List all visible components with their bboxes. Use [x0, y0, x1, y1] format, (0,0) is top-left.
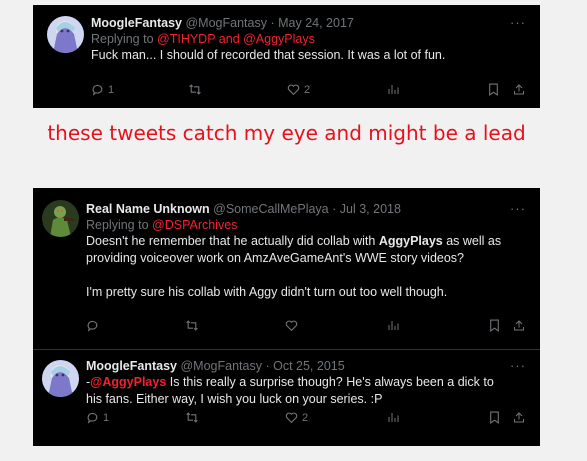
retweet-button[interactable]	[185, 411, 199, 424]
reply-button[interactable]: 1	[91, 83, 114, 96]
tweet-text-line: his fans. Either way, I wish you luck on…	[86, 392, 383, 406]
tweet-actions: 1 2	[91, 83, 526, 99]
tweet-text: Doesn't he remember that he actually did…	[86, 233, 526, 301]
bookmark-button[interactable]	[488, 83, 499, 96]
like-icon	[285, 320, 298, 332]
tweet-actions: 1 2	[86, 411, 526, 427]
tweet-mooglefantasy-2017[interactable]: MoogleFantasy @MogFantasy · May 24, 2017…	[33, 5, 540, 108]
tweet-mooglefantasy-2015[interactable]: MoogleFantasy @MogFantasy · Oct 25, 2015…	[33, 350, 540, 446]
user-handle[interactable]: @MogFantasy	[180, 359, 261, 373]
reply-icon	[92, 84, 103, 96]
caption-text: these tweets catch my eye and might be a…	[47, 121, 526, 145]
like-count: 2	[302, 411, 309, 424]
tweet-date[interactable]: Jul 3, 2018	[340, 202, 401, 216]
replying-to-label: Replying to	[86, 218, 153, 232]
user-handle[interactable]: @SomeCallMePlaya	[213, 202, 329, 216]
replying-to-mentions[interactable]: @TIHYDP and @AggyPlays	[157, 32, 315, 46]
views-icon	[388, 85, 399, 94]
tweet-date[interactable]: May 24, 2017	[278, 16, 354, 30]
avatar[interactable]	[42, 200, 79, 237]
like-button[interactable]: 2	[287, 83, 310, 96]
tweet-text: Fuck man... I should of recorded that se…	[91, 48, 446, 62]
reply-button[interactable]: 1	[86, 411, 109, 424]
tweet-text-fragment: Is this really a surprise though? He's a…	[166, 375, 494, 389]
tweet-header: Real Name Unknown @SomeCallMePlaya · Jul…	[86, 201, 526, 217]
retweet-button[interactable]	[185, 319, 199, 332]
reply-count: 1	[108, 83, 115, 96]
display-name[interactable]: MoogleFantasy	[91, 16, 182, 30]
tweet-text-fragment: Doesn't he remember that he actually did…	[86, 234, 379, 248]
tweet-header: MoogleFantasy @MogFantasy · Oct 25, 2015…	[86, 358, 526, 374]
views-icon	[388, 321, 399, 330]
retweet-button[interactable]	[188, 83, 202, 96]
share-button[interactable]	[513, 83, 525, 96]
bookmark-button[interactable]	[489, 319, 500, 332]
reply-icon	[87, 412, 98, 424]
views-icon	[388, 413, 399, 422]
bookmark-icon	[489, 83, 498, 96]
bookmark-icon	[490, 319, 499, 332]
tweet-realnameunknown-2018[interactable]: Real Name Unknown @SomeCallMePlaya · Jul…	[33, 188, 540, 348]
tweet-header: MoogleFantasy @MogFantasy · May 24, 2017…	[91, 15, 526, 31]
more-icon[interactable]: ···	[510, 15, 526, 31]
avatar[interactable]	[42, 360, 79, 397]
user-handle[interactable]: @MogFantasy	[185, 16, 266, 30]
separator: ·	[332, 202, 337, 216]
tweet-screenshot-top: MoogleFantasy @MogFantasy · May 24, 2017…	[33, 5, 540, 108]
like-icon	[287, 84, 300, 96]
tweet-screenshot-bottom: Real Name Unknown @SomeCallMePlaya · Jul…	[33, 188, 540, 446]
tweet-text: -@AggyPlays Is this really a surprise th…	[86, 374, 526, 408]
share-button[interactable]	[513, 319, 525, 332]
views-button[interactable]	[387, 411, 399, 423]
replying-to-mentions[interactable]: @DSPArchives	[152, 218, 237, 232]
more-icon[interactable]: ···	[510, 201, 526, 217]
bookmark-icon	[490, 411, 499, 424]
tweet-text-line: providing voiceover work on AmzAveGameAn…	[86, 251, 464, 265]
avatar[interactable]	[47, 16, 84, 53]
reply-count: 1	[103, 411, 110, 424]
display-name[interactable]: MoogleFantasy	[86, 359, 177, 373]
tweet-text-line: I'm pretty sure his collab with Aggy did…	[86, 285, 448, 299]
like-icon	[285, 412, 298, 424]
like-button[interactable]	[285, 319, 298, 332]
bookmark-button[interactable]	[489, 411, 500, 424]
tweet-actions	[86, 319, 526, 335]
replying-to: Replying to @DSPArchives	[86, 217, 526, 233]
retweet-icon	[186, 320, 198, 331]
views-button[interactable]	[387, 319, 399, 331]
like-button[interactable]: 2	[285, 411, 308, 424]
views-button[interactable]	[387, 83, 399, 95]
like-count: 2	[304, 83, 311, 96]
reply-icon	[87, 320, 98, 332]
retweet-icon	[186, 412, 198, 423]
tweet-date[interactable]: Oct 25, 2015	[273, 359, 345, 373]
share-icon	[514, 84, 524, 95]
replying-to-label: Replying to	[91, 32, 158, 46]
reply-button[interactable]	[86, 319, 99, 332]
bold-mention: AggyPlays	[378, 234, 443, 248]
mention-link[interactable]: @AggyPlays	[90, 375, 166, 389]
display-name[interactable]: Real Name Unknown	[86, 202, 210, 216]
separator: ·	[270, 16, 275, 30]
share-icon	[514, 412, 524, 423]
tweet-text-line: Doesn't he remember that he actually did…	[86, 233, 526, 250]
tweet-text-line: -@AggyPlays Is this really a surprise th…	[86, 374, 526, 391]
separator: ·	[265, 359, 270, 373]
share-icon	[514, 320, 524, 331]
retweet-icon	[189, 84, 201, 95]
more-icon[interactable]: ···	[510, 358, 526, 374]
replying-to: Replying to @TIHYDP and @AggyPlays	[91, 31, 526, 47]
tweet-text-fragment: as well as	[442, 234, 502, 248]
share-button[interactable]	[513, 411, 525, 424]
